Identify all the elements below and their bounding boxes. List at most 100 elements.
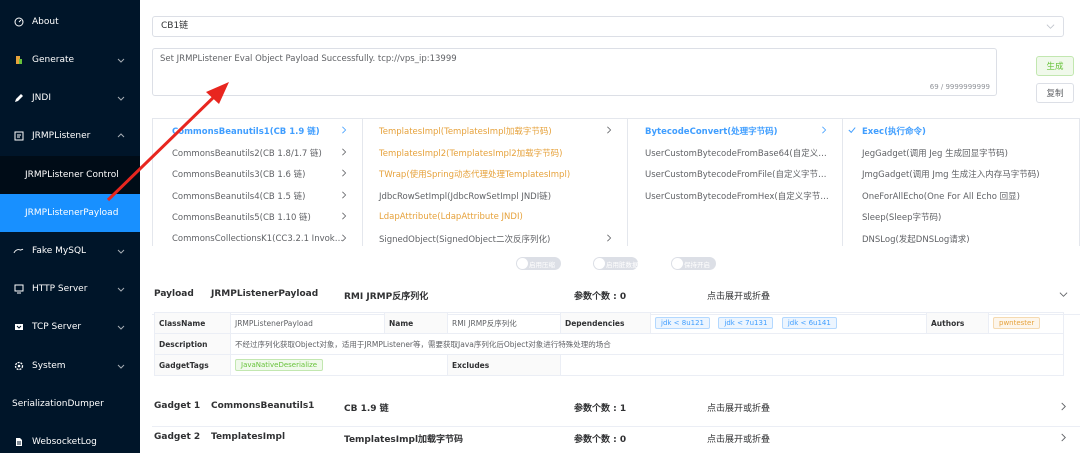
sidebar-item-label: JRMPListenerPayload [25, 208, 119, 218]
gadget-1-name: CommonsBeanutils1 [211, 401, 315, 411]
sidebar-item[interactable]: Generate [0, 41, 140, 79]
compress-switch[interactable]: 启用压缩 [516, 257, 561, 270]
gadget-2-name: TemplatesImpl [211, 432, 286, 442]
check-icon [848, 127, 856, 134]
sidebar-item[interactable]: JNDI [0, 79, 140, 117]
classname-value: JRMPListenerPayload [230, 312, 385, 334]
gadget-select-value: CB1链 [161, 21, 189, 31]
dependencies-key: Dependencies [560, 312, 651, 334]
compress-switch-label: 启用压缩 [529, 260, 555, 269]
cascader-option-label: TemplatesImpl(TemplatesImpl加载字节码) [379, 126, 552, 137]
copy-button[interactable]: 复制 [1036, 83, 1074, 103]
cascader-option[interactable]: TWrap(使用Spring动态代理处理TemplatesImpl) [363, 163, 627, 184]
chevron-down-icon [1046, 24, 1055, 29]
description-key: Description [154, 333, 231, 355]
sidebar-item[interactable]: About [0, 3, 140, 41]
dependency-tag: jdk < 7u131 [718, 317, 774, 329]
sidebar-item[interactable]: Fake MySQL [0, 232, 140, 270]
excludes-key: Excludes [447, 354, 561, 376]
sidebar-item[interactable]: JRMPListenerPayload [0, 194, 140, 232]
sidebar-item[interactable]: SerializationDumper [0, 385, 140, 423]
cascader-option-label: OneForAllEcho(One For All Echo 回显) [862, 191, 1020, 202]
gadget-2-toggle: 点击展开或折叠 [707, 435, 771, 445]
sidebar-item-label: WebsocketLog [32, 437, 97, 447]
chevron-right-icon [822, 126, 827, 134]
sidebar-item[interactable]: TCP Server [0, 308, 140, 346]
cascader-option[interactable]: JdbcRowSetImpl(JdbcRowSetImpl JNDI链) [363, 185, 627, 206]
gadget-1-toggle: 点击展开或折叠 [707, 404, 771, 414]
cascader-option[interactable]: DNSLog(发起DNSLog请求) [843, 228, 1079, 246]
dirty-data-switch[interactable]: 启用脏数据 [593, 257, 639, 270]
cascader-option[interactable]: CommonsBeanutils5(CB 1.10 链) [153, 206, 362, 227]
chevron-down-icon [117, 249, 125, 254]
cascader-option-label: CommonsCollectionsK1(CC3.2.1 Invok… [172, 233, 344, 244]
cascader-option[interactable]: Exec(执行命令) [843, 120, 1079, 141]
tcp-icon [13, 322, 24, 333]
cascader-option[interactable]: CommonsBeanutils1(CB 1.9 链) [153, 120, 362, 141]
cascader-option[interactable]: CommonsCollectionsK1(CC3.2.1 Invok… [153, 228, 362, 246]
cascader-option-label: JdbcRowSetImpl(JdbcRowSetImpl JNDI链) [379, 191, 552, 202]
cascader-option[interactable]: TemplatesImpl2(TemplatesImpl2加载字节码) [363, 142, 627, 163]
sidebar-item-label: About [32, 17, 59, 27]
cascader-column-1: CommonsBeanutils1(CB 1.9 链) CommonsBeanut… [153, 119, 363, 246]
cascader-option[interactable]: UserCustomBytecodeFromFile(自定义字节… [628, 163, 842, 184]
cascader-option[interactable]: OneForAllEcho(One For All Echo 回显) [843, 185, 1079, 206]
sidebar-item-label: TCP Server [32, 322, 82, 332]
main-panel: CB1链 Set JRMPListener Eval Object Payloa… [140, 0, 1080, 453]
gadget-1-label: Gadget 1 [154, 401, 201, 411]
keep-open-switch[interactable]: 保持开启 [671, 257, 716, 270]
cascader-option[interactable]: BytecodeConvert(处理字节码) [628, 120, 842, 141]
cascader-option[interactable]: CommonsBeanutils4(CB 1.5 链) [153, 185, 362, 206]
name-key: Name [384, 312, 448, 334]
pen-icon [13, 93, 24, 104]
gadgettags-value: JavaNativeDeserialize [230, 354, 448, 376]
chevron-right-icon [1061, 402, 1066, 411]
payload-collapse[interactable]: Payload JRMPListenerPayload RMI JRMP反序列化… [152, 275, 1080, 315]
cascader-option[interactable]: UserCustomBytecodeFromHex(自定义字节… [628, 185, 842, 206]
char-counter: 69 / 9999999999 [929, 83, 990, 91]
description-value: 不经过序列化获取Object对象，适用于JRMPListener等，需要获取Ja… [230, 333, 1064, 355]
output-textarea[interactable]: Set JRMPListener Eval Object Payload Suc… [152, 48, 997, 96]
cascader-option[interactable]: Sleep(Sleep字节码) [843, 206, 1079, 227]
cascader-option-label: UserCustomBytecodeFromFile(自定义字节… [645, 169, 827, 180]
gadget-2-collapse[interactable]: Gadget 2 TemplatesImpl TemplatesImpl加载字节… [152, 418, 1080, 453]
payload-header[interactable]: Payload JRMPListenerPayload RMI JRMP反序列化… [152, 275, 1080, 315]
cascader-option[interactable]: CommonsBeanutils3(CB 1.6 链) [153, 163, 362, 184]
generate-button[interactable]: 生成 [1036, 56, 1074, 76]
cascader-option-label: SignedObject(SignedObject二次反序列化) [379, 234, 551, 245]
generate-icon [13, 55, 24, 66]
payload-desc: RMI JRMP反序列化 [344, 292, 429, 302]
sidebar-item[interactable]: JRMPListener Control [0, 156, 140, 194]
cascader-option-label: Exec(执行命令) [862, 126, 926, 137]
gadgettags-key: GadgetTags [154, 354, 231, 376]
excludes-value [560, 354, 1064, 376]
cascader-option-label: TWrap(使用Spring动态代理处理TemplatesImpl) [379, 169, 571, 180]
payload-info-table: ClassName JRMPListenerPayload Name RMI J… [154, 312, 1064, 376]
sidebar-item[interactable]: WebsocketLog [0, 423, 140, 461]
cascader-option-label: TemplatesImpl2(TemplatesImpl2加载字节码) [379, 148, 563, 159]
gadget-2-header[interactable]: Gadget 2 TemplatesImpl TemplatesImpl加载字节… [152, 418, 1080, 458]
cascader-option[interactable]: JmgGadget(调用 Jmg 生成注入内存马字节码) [843, 163, 1079, 184]
sidebar-item[interactable]: System [0, 347, 140, 385]
cascader-option[interactable]: LdapAttribute(LdapAttribute JNDI) [363, 206, 627, 227]
cascader-option[interactable]: CommonsBeanutils2(CB 1.8/1.7 链) [153, 142, 362, 163]
cascader-option-label: BytecodeConvert(处理字节码) [645, 126, 778, 137]
payload-params: 参数个数 : 0 [574, 292, 627, 302]
sidebar-item-label: System [32, 361, 66, 371]
sidebar-item[interactable]: HTTP Server [0, 270, 140, 308]
authors-value: pwntester [988, 312, 1064, 334]
server-icon [13, 284, 24, 295]
cascader-option-label: CommonsBeanutils5(CB 1.10 链) [172, 212, 311, 223]
cascader-option[interactable]: UserCustomBytecodeFromBase64(自定义… [628, 142, 842, 163]
cascader-option-label: Sleep(Sleep字节码) [862, 212, 942, 223]
cascader-option[interactable]: TemplatesImpl(TemplatesImpl加载字节码) [363, 120, 627, 141]
cascader-option[interactable]: JegGadget(调用 Jeg 生成回显字节码) [843, 142, 1079, 163]
chevron-right-icon [342, 234, 347, 242]
sidebar-item-label: HTTP Server [32, 284, 88, 294]
chevron-right-icon [342, 212, 347, 220]
cascader-option-label: DNSLog(发起DNSLog请求) [862, 234, 970, 245]
gadget-select[interactable]: CB1链 [152, 16, 1064, 37]
sidebar-item[interactable]: JRMPListener [0, 117, 140, 155]
payload-toggle: 点击展开或折叠 [707, 292, 771, 302]
cascader-option[interactable]: SignedObject(SignedObject二次反序列化) [363, 228, 627, 246]
